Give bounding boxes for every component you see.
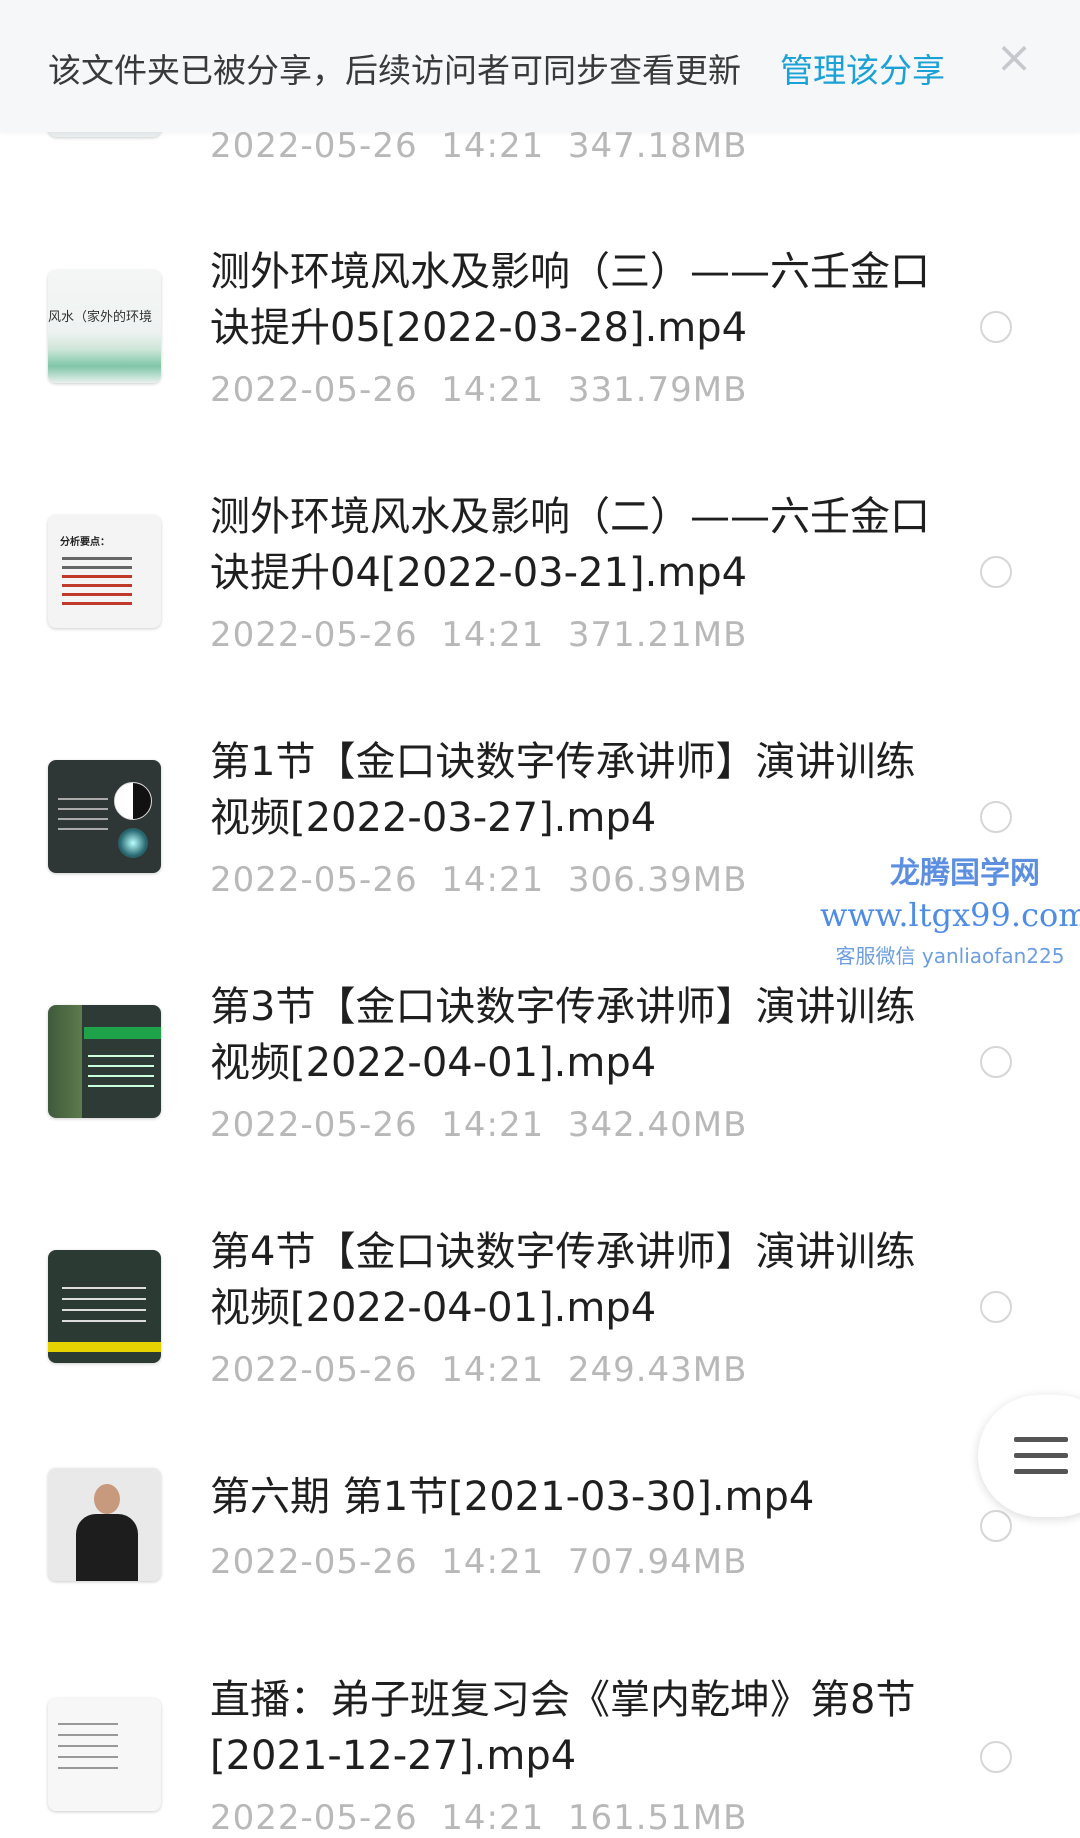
file-meta: 2022-05-26 14:21 371.21MB — [210, 615, 747, 655]
thumb-lines — [58, 790, 108, 838]
file-size: 331.79MB — [567, 370, 748, 410]
person-body — [76, 1514, 138, 1581]
video-thumbnail — [48, 1698, 161, 1811]
video-thumbnail — [48, 1468, 161, 1581]
file-time: 14:21 — [441, 860, 545, 900]
file-size: 347.18MB — [567, 126, 748, 166]
file-date: 2022-05-26 — [210, 126, 418, 166]
file-date: 2022-05-26 — [210, 1105, 418, 1145]
select-radio[interactable] — [980, 1291, 1012, 1323]
thumb-caption: 风水（家外的环境 — [48, 310, 153, 325]
person-head — [94, 1484, 120, 1514]
thumb-lines — [62, 1278, 146, 1331]
watermark: 龙腾国学网 www.ltgx99.com 客服微信 yanliaofan225 — [820, 848, 1080, 969]
file-time: 14:21 — [441, 615, 545, 655]
file-name: 直播：弟子班复习会《掌内乾坤》第8节[2021-12-27].mp4 — [210, 1677, 916, 1779]
file-meta: 2022-05-26 14:21 331.79MB — [210, 370, 747, 410]
file-name: 测外环境风水及影响（二）——六壬金口诀提升04[2022-03-21].mp4 — [210, 494, 930, 596]
file-time: 14:21 — [441, 370, 545, 410]
file-name: 第1节【金口诀数字传承讲师】演讲训练视频[2022-03-27].mp4 — [210, 739, 916, 841]
file-time: 14:21 — [441, 126, 545, 166]
thumb-glow — [118, 828, 148, 858]
select-radio[interactable] — [980, 556, 1012, 588]
yin-yang-icon — [114, 782, 152, 820]
thumb-caption: 分析要点： — [60, 537, 110, 548]
file-name: 第4节【金口诀数字传承讲师】演讲训练视频[2022-04-01].mp4 — [210, 1229, 916, 1331]
file-size: 161.51MB — [567, 1798, 748, 1838]
video-thumbnail: 风水（家外的环境 — [48, 270, 161, 383]
file-name: 第六期 第1节[2021-03-30].mp4 — [210, 1474, 815, 1520]
file-date: 2022-05-26 — [210, 615, 418, 655]
select-radio[interactable] — [980, 1741, 1012, 1773]
close-icon[interactable]: × — [994, 36, 1034, 80]
file-date: 2022-05-26 — [210, 1350, 418, 1390]
watermark-name: 龙腾国学网 — [890, 856, 1040, 891]
video-thumbnail: 分析要点： — [48, 515, 161, 628]
file-time: 14:21 — [441, 1542, 545, 1582]
file-meta: 2022-05-26 14:21 306.39MB — [210, 860, 747, 900]
file-size: 707.94MB — [567, 1542, 748, 1582]
video-thumbnail — [48, 1005, 161, 1118]
file-size: 306.39MB — [567, 860, 748, 900]
file-date: 2022-05-26 — [210, 860, 418, 900]
video-thumbnail — [48, 760, 161, 873]
video-thumbnail — [48, 1250, 161, 1363]
file-meta: 2022-05-26 14:21 342.40MB — [210, 1105, 747, 1145]
share-banner: 该文件夹已被分享，后续访问者可同步查看更新 管理该分享 × — [0, 0, 1080, 132]
select-radio[interactable] — [980, 801, 1012, 833]
thumb-lines — [88, 1047, 154, 1095]
file-meta: 2022-05-26 14:21 347.18MB — [210, 126, 747, 166]
file-meta: 2022-05-26 14:21 707.94MB — [210, 1542, 747, 1582]
file-date: 2022-05-26 — [210, 1798, 418, 1838]
file-date: 2022-05-26 — [210, 370, 418, 410]
file-time: 14:21 — [441, 1105, 545, 1145]
file-meta: 2022-05-26 14:21 161.51MB — [210, 1798, 747, 1838]
file-size: 371.21MB — [567, 615, 748, 655]
manage-share-link[interactable]: 管理该分享 — [780, 44, 945, 92]
share-banner-message: 该文件夹已被分享，后续访问者可同步查看更新 — [48, 51, 741, 90]
thumb-footer-bar — [48, 1342, 161, 1352]
watermark-url: www.ltgx99.com — [820, 896, 1080, 934]
file-time: 14:21 — [441, 1350, 545, 1390]
thumb-lines — [58, 1714, 118, 1778]
file-size: 249.43MB — [567, 1350, 748, 1390]
select-radio[interactable] — [980, 1046, 1012, 1078]
thumb-lines — [62, 551, 132, 611]
select-radio[interactable] — [980, 1510, 1012, 1542]
file-date: 2022-05-26 — [210, 1542, 418, 1582]
thumb-header-bar — [84, 1027, 161, 1039]
file-time: 14:21 — [441, 1798, 545, 1838]
file-name: 测外环境风水及影响（三）——六壬金口诀提升05[2022-03-28].mp4 — [210, 249, 930, 351]
file-name: 第3节【金口诀数字传承讲师】演讲训练视频[2022-04-01].mp4 — [210, 984, 916, 1086]
select-radio[interactable] — [980, 311, 1012, 343]
watermark-contact: 客服微信 yanliaofan225 — [835, 944, 1065, 968]
file-size: 342.40MB — [567, 1105, 748, 1145]
file-meta: 2022-05-26 14:21 249.43MB — [210, 1350, 747, 1390]
